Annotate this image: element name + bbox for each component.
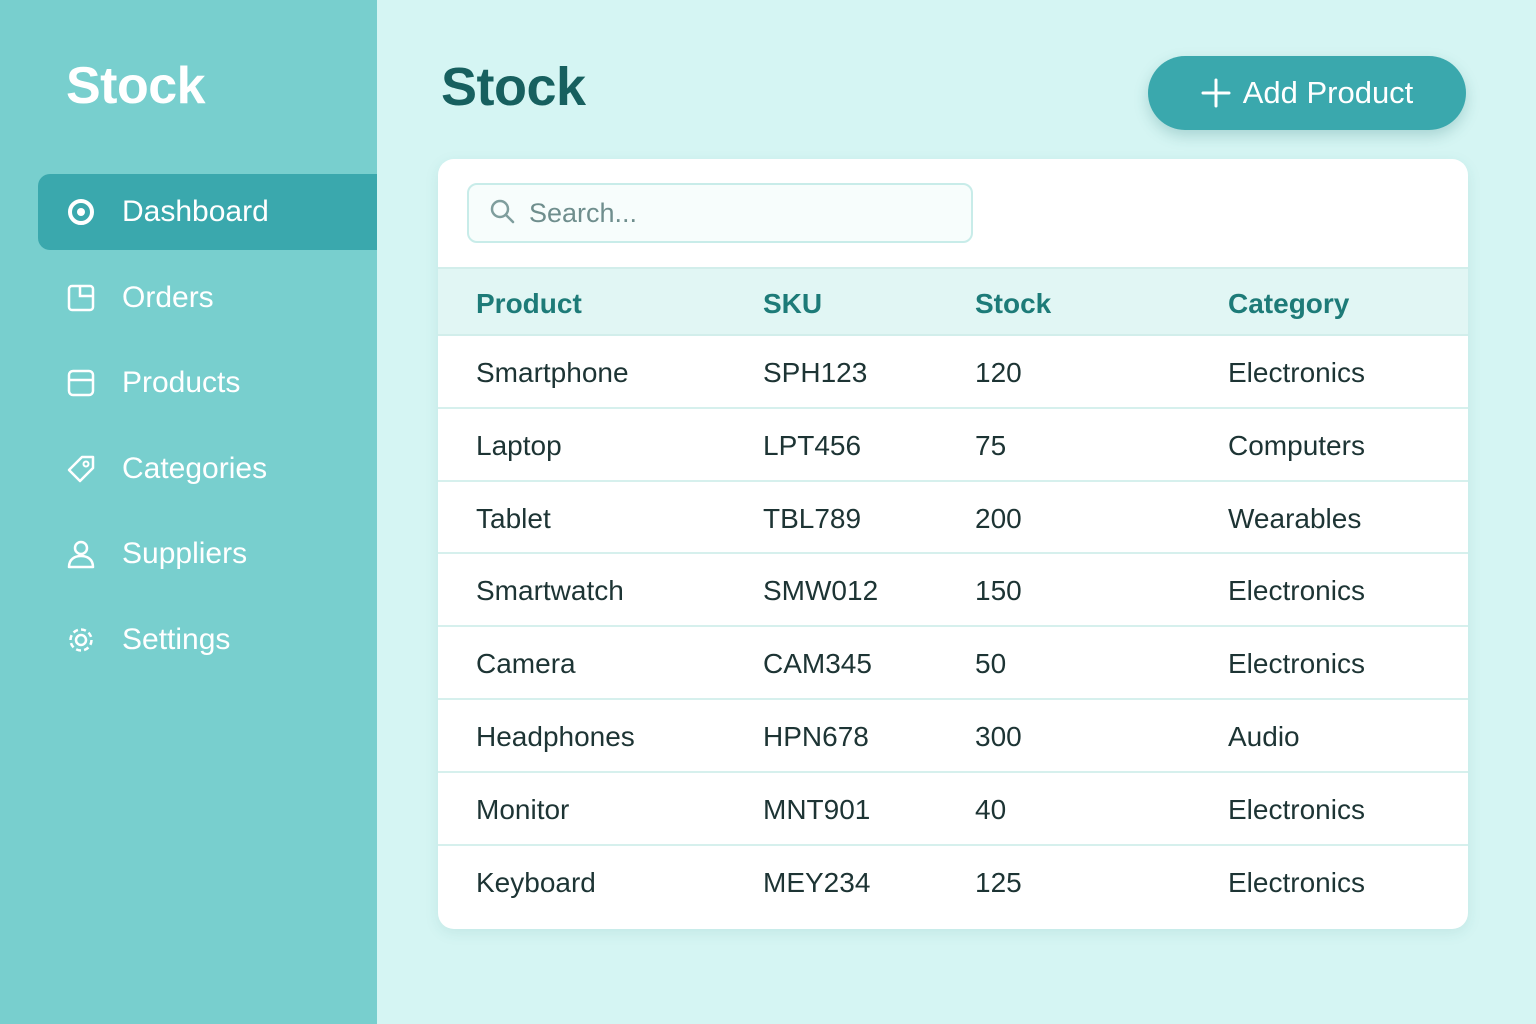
sidebar-item-categories[interactable]: Categories — [38, 431, 377, 507]
sku-cell: SPH123 — [763, 357, 868, 388]
sidebar-nav: Dashboard Orders Products Categories Sup… — [38, 174, 377, 687]
table-row[interactable]: Laptop LPT456 75 Computers — [438, 409, 1468, 482]
table-row[interactable]: Camera CAM345 50 Electronics — [438, 627, 1468, 700]
stock-cell: 50 — [975, 648, 1007, 680]
sidebar-item-orders[interactable]: Orders — [38, 260, 377, 336]
products-icon — [66, 366, 100, 400]
search-icon — [489, 198, 515, 229]
table-row[interactable]: Monitor MNT901 40 Electronics — [438, 773, 1468, 846]
table-header: Product SKU Stock Category — [438, 267, 1468, 336]
add-product-button[interactable]: Add Product — [1148, 56, 1466, 130]
gear-icon — [66, 623, 100, 657]
table-row[interactable]: Keyboard MEY234 125 Electronics — [438, 846, 1468, 919]
user-icon — [66, 537, 100, 571]
search-box[interactable] — [467, 183, 973, 243]
orders-icon — [66, 281, 100, 315]
dashboard-icon — [66, 195, 100, 229]
page-title: Stock — [441, 57, 586, 117]
product-cell: Smartphone — [476, 357, 629, 388]
sidebar-item-label: Categories — [122, 451, 268, 485]
table-row[interactable]: Headphones HPN678 300 Audio — [438, 700, 1468, 773]
category-cell: Audio — [1228, 720, 1300, 752]
sidebar-item-products[interactable]: Products — [38, 345, 377, 421]
table-row[interactable]: Smartwatch SMW012 150 Electronics — [438, 554, 1468, 628]
stock-cell: 300 — [975, 720, 1022, 752]
sku-cell: MNT901 — [763, 793, 871, 825]
sku-cell: TBL789 — [763, 502, 862, 534]
category-cell: Electronics — [1228, 575, 1365, 607]
stock-cell: 40 — [975, 793, 1007, 825]
sku-cell: HPN678 — [763, 720, 869, 752]
category-cell: Wearables — [1228, 502, 1362, 534]
category-cell: Computers — [1228, 429, 1365, 461]
sidebar-item-label: Suppliers — [122, 537, 248, 570]
stock-table-card: Product SKU Stock Category Smartphone SP… — [438, 159, 1468, 929]
stock-cell: 200 — [975, 502, 1022, 534]
plus-icon — [1201, 78, 1231, 108]
column-header-sku[interactable]: SKU — [763, 269, 822, 334]
stock-cell: 125 — [975, 866, 1022, 898]
column-header-stock[interactable]: Stock — [975, 269, 1051, 334]
product-cell: Smartwatch — [476, 575, 624, 607]
column-header-product[interactable]: Product — [476, 269, 582, 334]
product-cell: Camera — [476, 648, 576, 680]
search-input[interactable] — [529, 197, 949, 229]
stock-cell: 120 — [975, 357, 1022, 388]
table-row[interactable]: Smartphone SPH123 120 Electronics — [438, 336, 1468, 409]
category-cell: Electronics — [1228, 866, 1365, 898]
sku-cell: MEY234 — [763, 866, 871, 898]
sidebar-item-label: Orders — [122, 280, 214, 314]
sidebar-item-label: Settings — [122, 622, 231, 656]
sidebar-item-settings[interactable]: Settings — [38, 602, 377, 678]
column-header-category[interactable]: Category — [1228, 269, 1349, 334]
sku-cell: LPT456 — [763, 429, 862, 461]
table-row[interactable]: Tablet TBL789 200 Wearables — [438, 482, 1468, 555]
sku-cell: SMW012 — [763, 575, 879, 607]
sidebar-item-label: Products — [122, 366, 241, 399]
sidebar-item-suppliers[interactable]: Suppliers — [38, 516, 377, 592]
brand-logo: Stock — [66, 57, 206, 115]
tag-icon — [66, 452, 100, 486]
category-cell: Electronics — [1228, 793, 1365, 825]
sidebar: Stock Dashboard Orders Products Categori… — [0, 0, 377, 1024]
category-cell: Electronics — [1228, 357, 1365, 388]
sidebar-item-label: Dashboard — [122, 195, 269, 228]
product-cell: Keyboard — [476, 866, 596, 898]
stock-cell: 75 — [975, 429, 1007, 461]
product-cell: Headphones — [476, 720, 635, 752]
table-body: Smartphone SPH123 120 Electronics Laptop… — [438, 336, 1468, 918]
product-cell: Laptop — [476, 429, 562, 461]
category-cell: Electronics — [1228, 648, 1365, 680]
product-cell: Tablet — [476, 502, 551, 534]
sidebar-item-dashboard[interactable]: Dashboard — [38, 174, 377, 250]
stock-cell: 150 — [975, 575, 1022, 607]
sku-cell: CAM345 — [763, 648, 872, 680]
add-product-label: Add Product — [1242, 75, 1414, 110]
product-cell: Monitor — [476, 793, 570, 825]
